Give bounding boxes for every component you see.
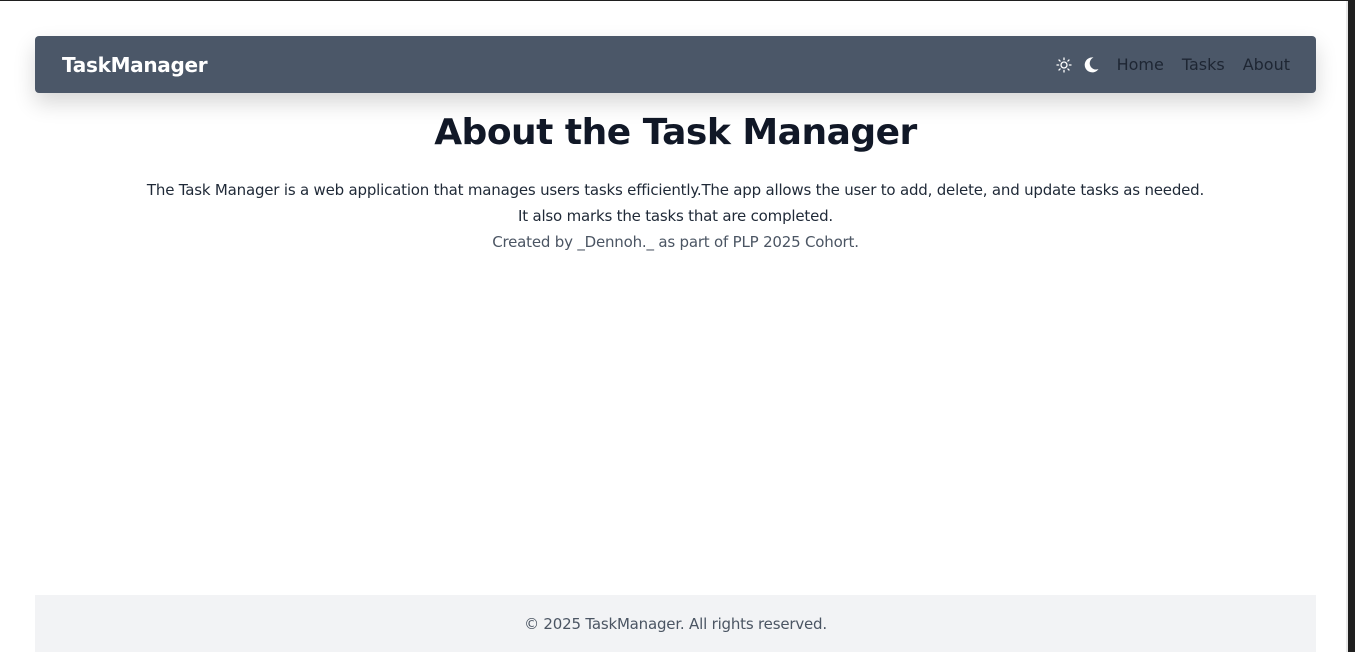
light-mode-button[interactable]	[1055, 56, 1072, 73]
nav-right: Home Tasks About	[1055, 55, 1290, 74]
dark-mode-button[interactable]	[1082, 56, 1100, 74]
nav-link-home[interactable]: Home	[1117, 55, 1164, 74]
brand-logo[interactable]: TaskManager	[62, 53, 208, 77]
sun-icon	[1055, 56, 1072, 73]
nav-link-tasks[interactable]: Tasks	[1182, 55, 1225, 74]
page-title: About the Task Manager	[434, 112, 917, 153]
browser-viewport: TaskManager Home Tasks About About the T…	[0, 0, 1355, 652]
moon-icon	[1084, 56, 1099, 72]
app-description: The Task Manager is a web application th…	[146, 181, 1205, 225]
nav-link-about[interactable]: About	[1243, 55, 1290, 74]
copyright-text: © 2025 TaskManager. All rights reserved.	[524, 615, 827, 633]
credit-text: Created by _Dennoh._ as part of PLP 2025…	[492, 233, 859, 251]
about-section: About the Task Manager The Task Manager …	[130, 93, 1221, 573]
footer: © 2025 TaskManager. All rights reserved.	[35, 595, 1316, 652]
navbar: TaskManager Home Tasks About	[35, 36, 1316, 93]
